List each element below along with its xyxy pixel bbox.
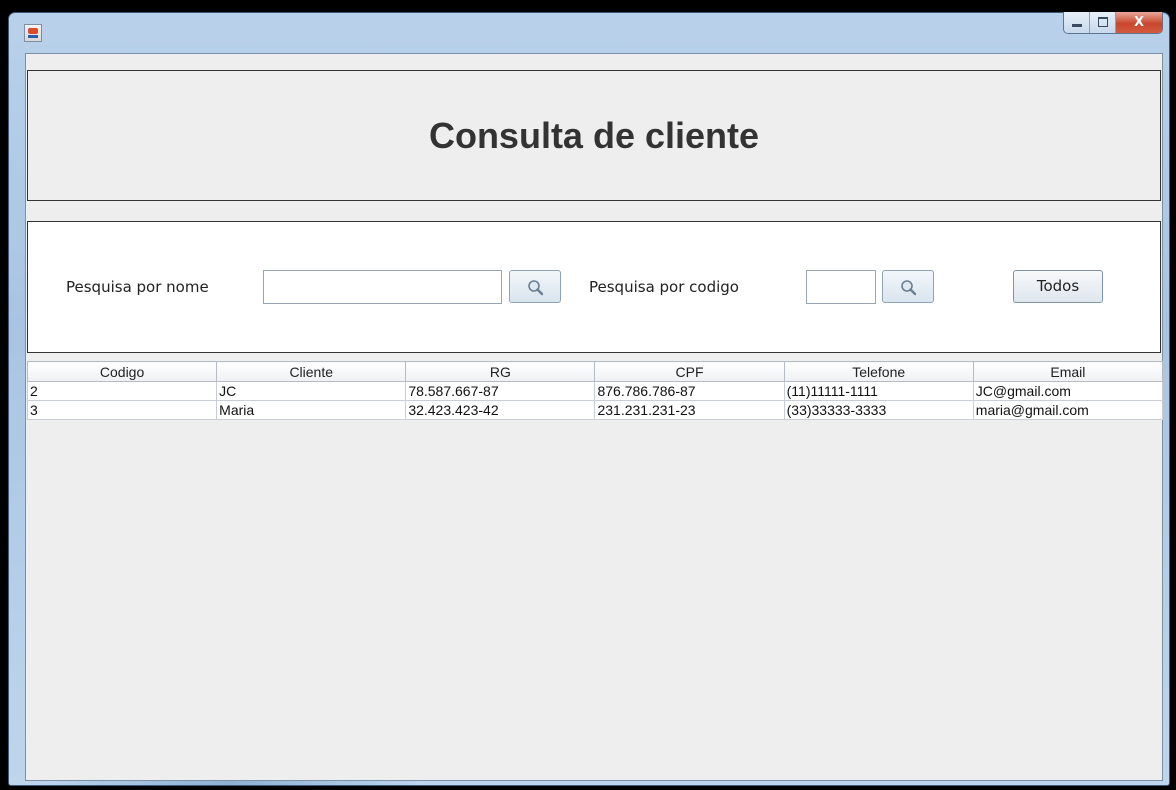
all-clients-button[interactable]: Todos <box>1013 270 1103 303</box>
cell-telefone[interactable]: (11)11111-1111 <box>783 381 974 401</box>
name-search-button[interactable] <box>509 270 561 303</box>
page-title: Consulta de cliente <box>428 114 760 156</box>
java-app-icon[interactable] <box>24 24 42 42</box>
cell-rg[interactable]: 78.587.667-87 <box>405 381 596 401</box>
column-header-cliente[interactable]: Cliente <box>216 361 407 382</box>
column-header-telefone[interactable]: Telefone <box>783 361 974 382</box>
search-panel: Pesquisa por nome Pesquisa por codigo To… <box>27 221 1161 353</box>
window-controls: X <box>1063 12 1163 34</box>
cell-codigo[interactable]: 3 <box>26 400 218 420</box>
magnifier-icon <box>901 280 917 296</box>
table-header-row: Codigo Cliente RG CPF Telefone Email <box>26 361 1164 382</box>
title-bar[interactable]: X <box>9 12 1169 53</box>
name-search-label: Pesquisa por nome <box>66 278 209 296</box>
close-icon: X <box>1133 15 1145 30</box>
table-row[interactable]: 2 JC 78.587.667-87 876.786.786-87 (11)11… <box>26 381 1164 401</box>
minimize-button[interactable] <box>1064 12 1090 33</box>
cell-email[interactable]: JC@gmail.com <box>972 381 1164 401</box>
table-row[interactable]: 3 Maria 32.423.423-42 231.231.231-23 (33… <box>26 400 1164 420</box>
column-header-cpf[interactable]: CPF <box>594 361 785 382</box>
cell-cliente[interactable]: JC <box>216 381 407 401</box>
window-bottom-edge <box>39 781 419 785</box>
cell-cliente[interactable]: Maria <box>216 400 407 420</box>
maximize-button[interactable] <box>1090 12 1116 33</box>
cell-cpf[interactable]: 876.786.786-87 <box>594 381 785 401</box>
column-header-codigo[interactable]: Codigo <box>26 361 218 382</box>
content-pane: Consulta de cliente Pesquisa por nome Pe… <box>25 53 1164 781</box>
cell-telefone[interactable]: (33)33333-3333 <box>783 400 974 420</box>
cell-rg[interactable]: 32.423.423-42 <box>405 400 596 420</box>
cell-codigo[interactable]: 2 <box>26 381 218 401</box>
column-header-email[interactable]: Email <box>972 361 1164 382</box>
clients-table: Codigo Cliente RG CPF Telefone Email 2 J… <box>26 361 1164 420</box>
name-search-input[interactable] <box>263 270 502 304</box>
header-panel: Consulta de cliente <box>27 70 1161 201</box>
close-button[interactable]: X <box>1116 12 1162 33</box>
cell-cpf[interactable]: 231.231.231-23 <box>594 400 785 420</box>
code-search-label: Pesquisa por codigo <box>589 278 739 296</box>
app-window: X Consulta de cliente Pesquisa por nome … <box>8 12 1170 786</box>
code-search-button[interactable] <box>882 270 934 303</box>
magnifier-icon <box>528 280 544 296</box>
cell-email[interactable]: maria@gmail.com <box>972 400 1164 420</box>
column-header-rg[interactable]: RG <box>405 361 596 382</box>
code-search-input[interactable] <box>806 270 876 304</box>
